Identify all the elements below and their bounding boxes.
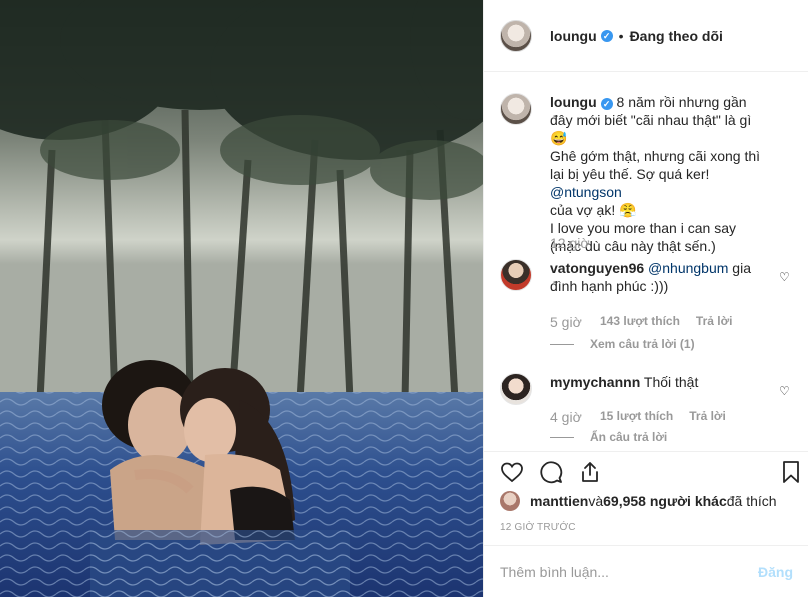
heart-icon[interactable] [500,460,524,484]
caption-time[interactable]: 12 giờ [550,235,600,251]
comment-body: Thối thật [640,374,699,390]
post-photo[interactable] [0,0,483,597]
liker-avatar[interactable] [500,491,520,511]
likes-end: đã thích [726,493,777,509]
comment-input[interactable]: Thêm bình luận... [500,564,758,580]
author-username[interactable]: loungu [550,28,597,44]
verified-badge-icon: ✓ [600,98,613,110]
comments-list[interactable]: loungu ✓ 8 năm rồi nhưng gần đây mới biết… [484,73,808,451]
comment-row: vatonguyen96 @nhungbum gia đình hạnh phú… [500,259,770,295]
comment-text: mymychannn Thối thật [550,373,770,405]
likes-summary: manttien và 69,958 người khác đã thích [500,491,777,511]
caption-text: loungu ✓ 8 năm rồi nhưng gần đây mới biết… [550,93,770,255]
post-header: loungu ✓ • Đang theo dõi [484,0,808,72]
replies-line [550,436,574,438]
instagram-post: loungu ✓ • Đang theo dõi loungu ✓ 8 năm r… [0,0,808,597]
likes-count[interactable]: 69,958 người khác [603,493,727,509]
hide-replies-label[interactable]: Ẩn câu trả lời [590,430,667,444]
caption-meta: 12 giờ [550,235,600,251]
separator-dot: • [618,27,624,44]
replies-line [550,343,574,345]
post-comment-button[interactable]: Đăng [758,564,793,580]
likes-middle: và [588,493,604,509]
caption-row: loungu ✓ 8 năm rồi nhưng gần đây mới biết… [500,93,770,255]
comment-meta: 4 giờ 15 lượt thích Trả lời [550,409,742,425]
view-replies[interactable]: Xem câu trả lời (1) [550,337,695,351]
comment-like-heart-icon[interactable]: ♡ [779,271,791,283]
caption-avatar[interactable] [500,93,532,125]
action-bar [484,451,808,491]
commenter-avatar[interactable] [500,373,532,405]
comment-icon[interactable] [539,460,563,484]
author-avatar[interactable] [500,19,532,52]
caption-username[interactable]: loungu [550,94,597,110]
caption-line-2: Ghê gớm thật, nhưng cãi xong thì lại bị … [550,148,761,182]
post-sidebar: loungu ✓ • Đang theo dõi loungu ✓ 8 năm r… [483,0,808,597]
bookmark-icon[interactable] [779,460,803,484]
comment-mention[interactable]: @nhungbum [648,260,728,276]
comment-reply-button[interactable]: Trả lời [689,409,726,425]
verified-badge-icon: ✓ [600,29,613,42]
comment-reply-button[interactable]: Trả lời [696,314,733,330]
post-timestamp[interactable]: 12 GIỜ TRƯỚC [500,522,576,533]
comment-time[interactable]: 4 giờ [550,409,600,425]
comment-username[interactable]: mymychannn [550,374,640,390]
comment-like-heart-icon[interactable]: ♡ [779,385,791,397]
comment-meta: 5 giờ 143 lượt thích Trả lời [550,314,748,330]
comment-row: mymychannn Thối thật [500,373,770,405]
comment-text: vatonguyen96 @nhungbum gia đình hạnh phú… [550,259,770,295]
liker-username[interactable]: manttien [530,493,588,509]
comment-likes[interactable]: 15 lượt thích [600,409,673,425]
add-comment-bar: Thêm bình luận... Đăng [484,545,808,597]
pool-couple-photo [0,0,483,597]
comment-username[interactable]: vatonguyen96 [550,260,644,276]
commenter-avatar[interactable] [500,259,532,291]
share-icon[interactable] [578,460,602,484]
comment-likes[interactable]: 143 lượt thích [600,314,680,330]
comment-time[interactable]: 5 giờ [550,314,600,330]
view-replies-label[interactable]: Xem câu trả lời (1) [590,337,695,351]
hide-replies[interactable]: Ẩn câu trả lời [550,430,667,444]
caption-mention[interactable]: @ntungson [550,184,622,200]
caption-line-3: của vợ ạk! 😤 [550,202,637,218]
follow-status-button[interactable]: Đang theo dõi [630,28,723,44]
